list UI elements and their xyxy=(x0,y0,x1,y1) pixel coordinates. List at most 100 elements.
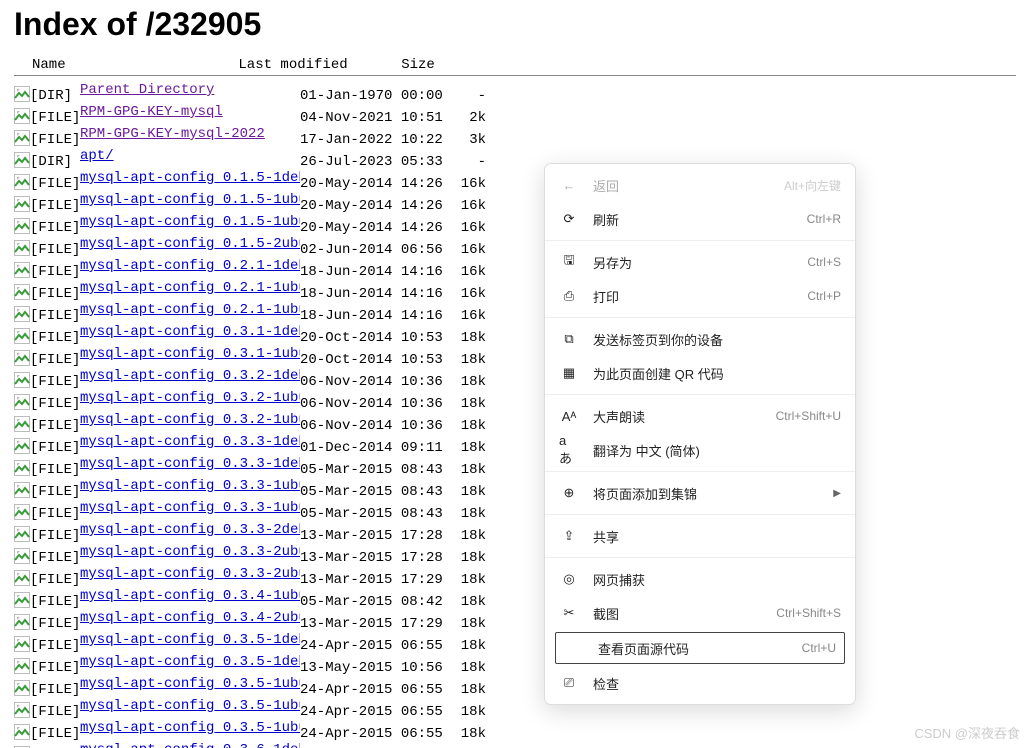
menu-item-shortcut: Ctrl+P xyxy=(807,289,841,303)
menu-item[interactable]: 🖫另存为Ctrl+S xyxy=(545,245,855,279)
entry-link[interactable]: mysql-apt-config_0.3.2-1debian..> xyxy=(80,368,300,384)
entry-link[interactable]: mysql-apt-config_0.3.1-1debian..> xyxy=(80,324,300,340)
menu-item-label: 截图 xyxy=(593,604,776,623)
menu-separator xyxy=(545,514,855,515)
entry-modified: 04-Nov-2021 10:51 xyxy=(300,110,440,127)
entry-link[interactable]: mysql-apt-config_0.3.5-1debian..> xyxy=(80,632,300,648)
entry-link[interactable]: mysql-apt-config_0.3.3-2debian..> xyxy=(80,522,300,538)
entry-link[interactable]: RPM-GPG-KEY-mysql-2022 xyxy=(80,126,265,142)
file-icon xyxy=(14,108,30,125)
menu-item: ←返回Alt+向左键 xyxy=(545,168,855,202)
read-icon: Aᴬ xyxy=(559,409,579,424)
entry-link[interactable]: mysql-apt-config_0.3.3-1debian..> xyxy=(80,456,300,472)
entry-link[interactable]: mysql-apt-config_0.3.5-1ubuntu..> xyxy=(80,698,300,714)
entry-link[interactable]: mysql-apt-config_0.3.5-1debian..> xyxy=(80,654,300,670)
entry-type: [FILE] xyxy=(30,462,80,479)
entry-link[interactable]: mysql-apt-config_0.3.2-1ubuntu..> xyxy=(80,390,300,406)
menu-item[interactable]: ◎网页捕获 xyxy=(545,562,855,596)
entry-size: 18k xyxy=(440,462,486,479)
col-size: Size xyxy=(385,57,435,73)
table-row: [FILE] mysql-apt-config_0.3.5-1debian..>… xyxy=(14,654,1030,676)
menu-item[interactable]: ✂截图Ctrl+Shift+S xyxy=(545,596,855,630)
entry-link[interactable]: mysql-apt-config_0.3.6-1debian..> xyxy=(80,742,300,748)
entry-modified: 24-Apr-2015 06:55 xyxy=(300,704,440,721)
col-name: Name xyxy=(14,57,230,73)
entry-link[interactable]: mysql-apt-config_0.3.3-1ubuntu..> xyxy=(80,478,300,494)
entry-link[interactable]: mysql-apt-config_0.3.3-2ubuntu..> xyxy=(80,544,300,560)
entry-link[interactable]: apt/ xyxy=(80,148,114,164)
file-icon xyxy=(14,724,30,741)
menu-separator xyxy=(545,317,855,318)
entry-type: [FILE] xyxy=(30,660,80,677)
menu-item[interactable]: 查看页面源代码Ctrl+U xyxy=(555,632,845,664)
entry-link[interactable]: mysql-apt-config_0.2.1-1ubuntu..> xyxy=(80,302,300,318)
entry-size: 2k xyxy=(440,110,486,127)
entry-type: [FILE] xyxy=(30,132,80,149)
entry-link[interactable]: mysql-apt-config_0.3.2-1ubuntu..> xyxy=(80,412,300,428)
file-icon xyxy=(14,636,30,653)
table-row: [DIR] Parent Directory01-Jan-1970 00:00- xyxy=(14,82,1030,104)
entry-type: [FILE] xyxy=(30,528,80,545)
file-icon xyxy=(14,416,30,433)
menu-item-label: 大声朗读 xyxy=(593,407,776,426)
entry-modified: 17-Jan-2022 10:22 xyxy=(300,132,440,149)
table-row: [FILE] mysql-apt-config_0.3.2-1ubuntu..>… xyxy=(14,390,1030,412)
file-icon xyxy=(14,680,30,697)
entry-size: 18k xyxy=(440,352,486,369)
menu-item[interactable]: Aᴬ大声朗读Ctrl+Shift+U xyxy=(545,399,855,433)
menu-item[interactable]: ⎙打印Ctrl+P xyxy=(545,279,855,313)
shot-icon: ✂ xyxy=(559,605,579,621)
menu-item[interactable]: ⧉发送标签页到你的设备 xyxy=(545,322,855,356)
header-divider xyxy=(14,75,1016,76)
entry-size: 18k xyxy=(440,528,486,545)
entry-link[interactable]: mysql-apt-config_0.1.5-2ubuntu..> xyxy=(80,236,300,252)
menu-item-label: 发送标签页到你的设备 xyxy=(593,330,841,349)
entry-modified: 05-Mar-2015 08:43 xyxy=(300,484,440,501)
entry-link[interactable]: mysql-apt-config_0.1.5-1debian..> xyxy=(80,170,300,186)
menu-item[interactable]: ▦为此页面创建 QR 代码 xyxy=(545,356,855,390)
entry-link[interactable]: mysql-apt-config_0.3.4-1ubuntu..> xyxy=(80,588,300,604)
entry-size: 16k xyxy=(440,198,486,215)
entry-link[interactable]: mysql-apt-config_0.3.4-2ubuntu..> xyxy=(80,610,300,626)
entry-link[interactable]: mysql-apt-config_0.3.3-1debian..> xyxy=(80,434,300,450)
entry-link[interactable]: RPM-GPG-KEY-mysql xyxy=(80,104,223,120)
entry-modified: 01-Jan-1970 00:00 xyxy=(300,88,440,105)
table-row: [FILE] mysql-apt-config_0.3.3-2ubuntu..>… xyxy=(14,544,1030,566)
entry-link[interactable]: Parent Directory xyxy=(80,82,214,98)
menu-separator xyxy=(545,557,855,558)
entry-type: [DIR] xyxy=(30,154,80,171)
entry-size: 18k xyxy=(440,682,486,699)
entry-type: [FILE] xyxy=(30,110,80,127)
entry-size: 16k xyxy=(440,176,486,193)
entry-link[interactable]: mysql-apt-config_0.3.1-1ubuntu..> xyxy=(80,346,300,362)
entry-type: [FILE] xyxy=(30,308,80,325)
entry-type: [FILE] xyxy=(30,704,80,721)
entry-link[interactable]: mysql-apt-config_0.3.5-1ubuntu..> xyxy=(80,720,300,736)
entry-link[interactable]: mysql-apt-config_0.2.1-1debian..> xyxy=(80,258,300,274)
file-icon xyxy=(14,262,30,279)
entry-modified: 20-Oct-2014 10:53 xyxy=(300,330,440,347)
context-menu: ←返回Alt+向左键⟳刷新Ctrl+R 🖫另存为Ctrl+S⎙打印Ctrl+P ⧉发… xyxy=(544,163,856,705)
menu-item[interactable]: ⎚检查 xyxy=(545,666,855,700)
table-row: [FILE] mysql-apt-config_0.3.1-1ubuntu..>… xyxy=(14,346,1030,368)
entry-modified: 06-Nov-2014 10:36 xyxy=(300,418,440,435)
menu-item[interactable]: aあ翻译为 中文 (简体) xyxy=(545,433,855,467)
entry-link[interactable]: mysql-apt-config_0.2.1-1ubuntu..> xyxy=(80,280,300,296)
entry-type: [FILE] xyxy=(30,396,80,413)
entry-type: [FILE] xyxy=(30,440,80,457)
entry-size: 16k xyxy=(440,286,486,303)
entry-type: [FILE] xyxy=(30,616,80,633)
entry-link[interactable]: mysql-apt-config_0.1.5-1ubuntu..> xyxy=(80,214,300,230)
menu-item[interactable]: ⟳刷新Ctrl+R xyxy=(545,202,855,236)
menu-item[interactable]: ⊕将页面添加到集锦▶ xyxy=(545,476,855,510)
menu-item[interactable]: ⇪共享 xyxy=(545,519,855,553)
menu-item-shortcut: Ctrl+S xyxy=(807,255,841,269)
entry-link[interactable]: mysql-apt-config_0.3.5-1ubuntu..> xyxy=(80,676,300,692)
table-row: [FILE] mysql-apt-config_0.2.1-1ubuntu..>… xyxy=(14,280,1030,302)
entry-link[interactable]: mysql-apt-config_0.3.3-2ubuntu..> xyxy=(80,566,300,582)
entry-link[interactable]: mysql-apt-config_0.1.5-1ubuntu..> xyxy=(80,192,300,208)
entry-type: [FILE] xyxy=(30,286,80,303)
entry-link[interactable]: mysql-apt-config_0.3.3-1ubuntu..> xyxy=(80,500,300,516)
table-row: [FILE] mysql-apt-config_0.3.4-2ubuntu..>… xyxy=(14,610,1030,632)
entry-size: 18k xyxy=(440,396,486,413)
